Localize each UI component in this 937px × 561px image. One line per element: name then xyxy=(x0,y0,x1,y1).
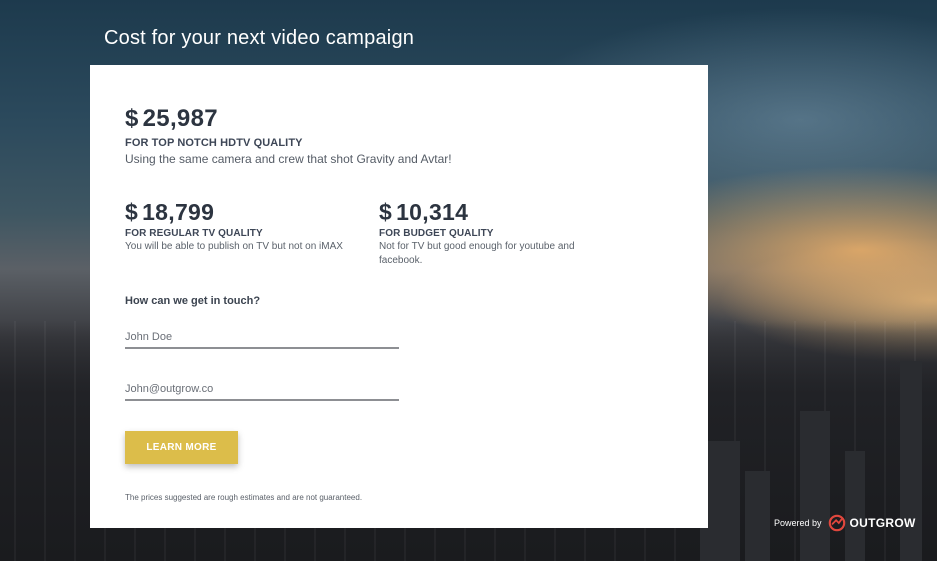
top-tier-quality: FOR TOP NOTCH HDTV QUALITY xyxy=(125,137,303,149)
price-value: 10,314 xyxy=(396,199,469,225)
disclaimer-text: The prices suggested are rough estimates… xyxy=(125,493,363,502)
regular-tier-description: You will be able to publish on TV but no… xyxy=(125,241,343,252)
price-value: 25,987 xyxy=(142,105,218,132)
top-tier-price: $25,987 xyxy=(125,105,452,133)
outgrow-logo-icon xyxy=(828,514,845,532)
regular-tier-price: $18,799 xyxy=(125,199,355,226)
contact-label: How can we get in touch? xyxy=(125,295,261,307)
currency-symbol: $ xyxy=(379,199,393,225)
learn-more-button[interactable]: LEARN MORE xyxy=(125,431,238,464)
currency-symbol: $ xyxy=(125,199,139,225)
regular-tier-quality: FOR REGULAR TV QUALITY xyxy=(125,228,263,239)
powered-by-label: Powered by xyxy=(774,518,822,528)
name-input[interactable] xyxy=(125,331,399,349)
regular-tier-estimate: $18,799 FOR REGULAR TV QUALITY You will … xyxy=(125,199,355,254)
results-card: $25,987 FOR TOP NOTCH HDTV QUALITY Using… xyxy=(90,65,708,528)
budget-tier-estimate: $10,314 FOR BUDGET QUALITY Not for TV bu… xyxy=(379,199,609,268)
brand-name: OUTGROW xyxy=(849,516,916,530)
budget-tier-quality: FOR BUDGET QUALITY xyxy=(379,228,494,239)
powered-by-badge[interactable]: Powered by OUTGROW xyxy=(774,514,916,532)
budget-tier-description: Not for TV but good enough for youtube a… xyxy=(379,241,575,266)
top-tier-estimate: $25,987 FOR TOP NOTCH HDTV QUALITY Using… xyxy=(125,105,452,166)
price-value: 18,799 xyxy=(142,199,215,225)
currency-symbol: $ xyxy=(125,105,139,132)
top-tier-description: Using the same camera and crew that shot… xyxy=(125,152,452,166)
budget-tier-price: $10,314 xyxy=(379,199,609,226)
page-title: Cost for your next video campaign xyxy=(104,27,415,49)
email-input[interactable] xyxy=(125,383,399,401)
